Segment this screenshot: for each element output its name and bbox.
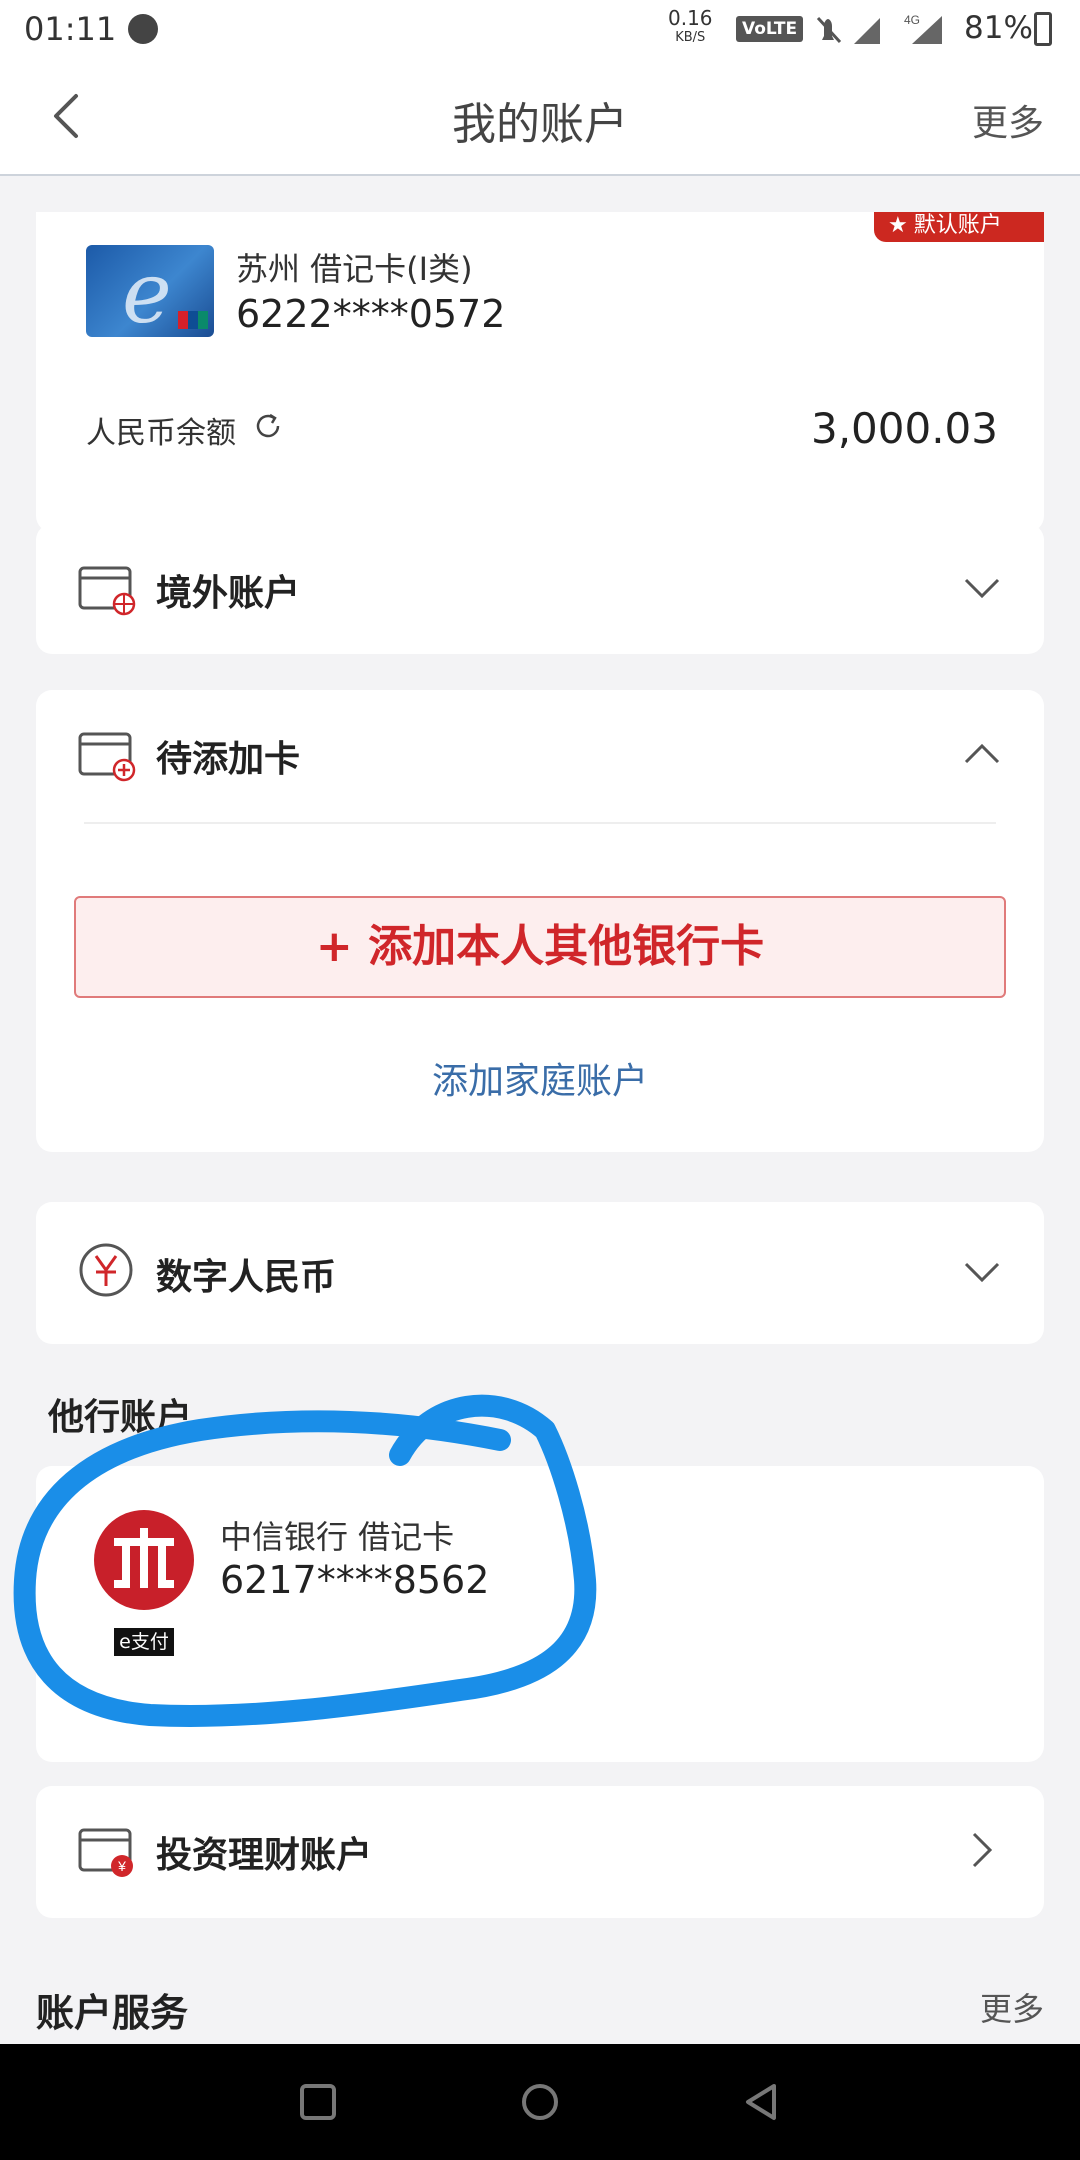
- chevron-down-icon: [964, 1262, 1000, 1283]
- divider: [84, 822, 996, 824]
- add-family-account-link[interactable]: 添加家庭账户: [36, 1052, 1044, 1104]
- citic-logo-icon: [94, 1510, 194, 1610]
- network-speed: 0.16 KB/S: [668, 8, 713, 48]
- overseas-account-label: 境外账户: [156, 573, 301, 614]
- other-bank-card-number: 6217****8562: [220, 1558, 490, 1602]
- citic-mark-icon: [114, 1528, 174, 1588]
- account-services-title: 账户服务: [36, 1991, 189, 2035]
- chevron-down-icon: [964, 578, 1000, 599]
- default-account-card[interactable]: ★ 默认账户 e 苏州 借记卡(I类) 6222****0572 人民币余额 3,…: [36, 212, 1044, 532]
- card-e-logo-icon: e: [122, 245, 172, 337]
- digital-rmb-row[interactable]: 数字人民币: [36, 1202, 1044, 1344]
- mute-icon: [816, 16, 842, 44]
- overseas-account-row[interactable]: 境外账户: [36, 524, 1044, 654]
- add-other-bank-card-button[interactable]: + 添加本人其他银行卡: [74, 896, 1006, 998]
- investment-account-row[interactable]: ¥ 投资理财账户: [36, 1786, 1044, 1918]
- header-more-button[interactable]: 更多: [972, 94, 1044, 146]
- network-type: 4G: [904, 13, 920, 27]
- clock: 01:11: [24, 10, 117, 48]
- account-services-more-link[interactable]: 更多: [980, 1984, 1044, 2030]
- default-account-badge: ★ 默认账户: [874, 212, 1044, 242]
- battery-percent: 81%: [964, 10, 1033, 46]
- default-account-badge-label: 默认账户: [913, 213, 1002, 238]
- e-pay-tag: e支付: [114, 1628, 174, 1656]
- add-card-icon: [78, 732, 136, 782]
- unionpay-logo-icon: [178, 311, 208, 329]
- network-speed-unit: KB/S: [675, 30, 706, 45]
- battery-icon: [1034, 12, 1052, 46]
- pending-cards-label: 待添加卡: [156, 739, 301, 780]
- network-speed-value: 0.16: [668, 6, 713, 30]
- status-bar: 01:11 0.16 KB/S VoLTE 4G 81%: [0, 0, 1080, 60]
- balance-value: 3,000.03: [810, 404, 998, 453]
- investment-account-label: 投资理财账户: [156, 1835, 373, 1876]
- home-icon[interactable]: [518, 2080, 562, 2124]
- bank-card-image: e: [86, 245, 214, 337]
- overseas-card-icon: [78, 566, 136, 616]
- other-bank-card[interactable]: e支付 中信银行 借记卡 6217****8562: [36, 1466, 1044, 1762]
- digital-rmb-icon: [79, 1243, 133, 1297]
- card-name: 苏州 借记卡(I类): [236, 250, 473, 288]
- signal-icons: 4G: [816, 13, 942, 44]
- system-navigation-bar: [0, 2044, 1080, 2160]
- star-icon: ★: [888, 213, 908, 238]
- card-number: 6222****0572: [236, 292, 506, 336]
- volte-badge: VoLTE: [736, 16, 804, 42]
- pending-cards-section: 待添加卡 + 添加本人其他银行卡 添加家庭账户: [36, 690, 1044, 1152]
- app-header: 我的账户 更多: [0, 60, 1080, 176]
- balance-label: 人民币余额: [86, 416, 236, 451]
- message-notification-icon: [128, 14, 158, 44]
- recent-apps-icon[interactable]: [296, 2080, 340, 2124]
- chevron-right-icon: [972, 1832, 993, 1868]
- back-nav-icon[interactable]: [740, 2080, 784, 2124]
- digital-rmb-label: 数字人民币: [156, 1257, 337, 1298]
- citic-bank-logo: e支付: [94, 1510, 194, 1656]
- investment-icon: ¥: [78, 1828, 133, 1877]
- page-title: 我的账户: [452, 99, 628, 150]
- other-bank-title: 他行账户: [48, 1397, 193, 1438]
- other-bank-name: 中信银行 借记卡: [220, 1518, 455, 1556]
- svg-text:¥: ¥: [117, 1858, 126, 1874]
- signal-bars-icon: [854, 18, 880, 44]
- refresh-icon[interactable]: [252, 410, 284, 442]
- chevron-up-icon[interactable]: [962, 734, 1002, 774]
